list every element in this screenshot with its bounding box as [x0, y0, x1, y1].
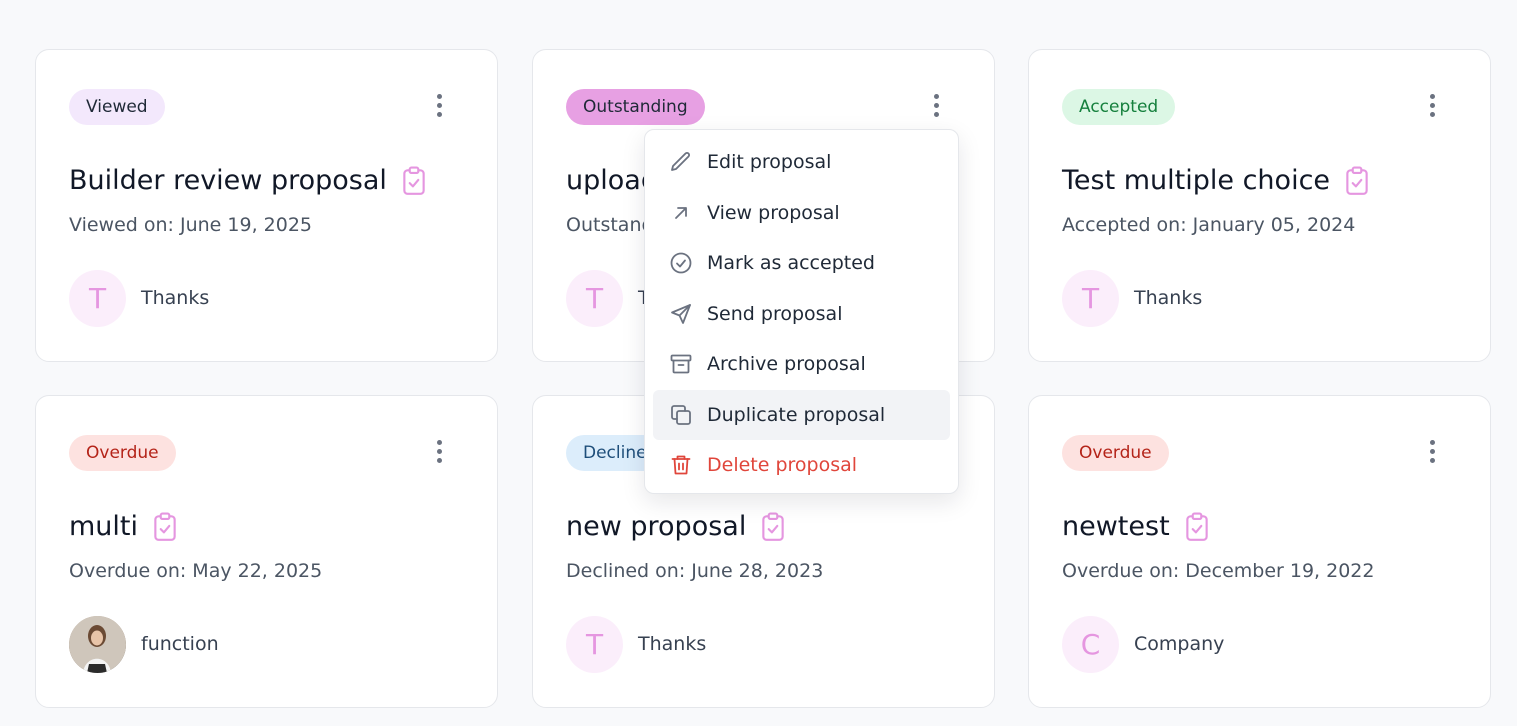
proposal-title[interactable]: multi — [69, 511, 138, 542]
status-badge: Viewed — [69, 89, 165, 125]
status-badge: Overdue — [69, 435, 176, 471]
proposal-title[interactable]: Builder review proposal — [69, 165, 387, 196]
menu-item-label: Delete proposal — [707, 454, 858, 477]
check-circle-icon — [670, 252, 692, 274]
menu-item-send-proposal[interactable]: Send proposal — [653, 289, 950, 340]
avatar: T — [1062, 270, 1119, 327]
send-icon — [671, 303, 691, 324]
status-badge: Accepted — [1062, 89, 1176, 125]
status-badge: Overdue — [1062, 435, 1169, 471]
proposal-card[interactable]: Accepted Test multiple choice Accepted o… — [1028, 49, 1491, 362]
clipboard-check-icon — [1346, 166, 1368, 195]
proposal-card[interactable]: Viewed Builder review proposal Viewed on… — [35, 49, 498, 362]
proposal-date: Overdue on: May 22, 2025 — [69, 560, 323, 582]
avatar: T — [566, 270, 623, 327]
proposal-title[interactable]: Test multiple choice — [1062, 165, 1330, 196]
client-name: Thanks — [1134, 287, 1203, 309]
menu-item-label: Archive proposal — [707, 353, 866, 376]
clipboard-check-icon — [403, 166, 425, 195]
archive-icon — [670, 354, 692, 374]
trash-icon — [671, 455, 691, 475]
arrow-up-right-icon — [675, 206, 687, 219]
menu-item-delete-proposal[interactable]: Delete proposal — [653, 440, 950, 491]
avatar: T — [566, 616, 623, 673]
more-options-button[interactable] — [427, 440, 451, 466]
avatar: T — [69, 270, 126, 327]
more-options-button[interactable] — [924, 94, 948, 120]
menu-item-label: Mark as accepted — [707, 252, 875, 275]
client-name: function — [141, 633, 219, 655]
proposal-title[interactable]: new proposal — [566, 511, 746, 542]
proposal-card[interactable]: Overdue newtest Overdue on: December 19,… — [1028, 395, 1491, 708]
avatar-photo — [69, 616, 126, 673]
clipboard-check-icon — [762, 512, 785, 541]
clipboard-check-icon — [154, 512, 176, 541]
menu-item-view-proposal[interactable]: View proposal — [653, 188, 950, 239]
client-name: Thanks — [141, 287, 210, 309]
more-options-button[interactable] — [427, 94, 451, 120]
client-name: Thanks — [638, 633, 707, 655]
proposal-date: Accepted on: January 05, 2024 — [1062, 214, 1356, 236]
client-name: Company — [1134, 633, 1225, 655]
menu-item-edit-proposal[interactable]: Edit proposal — [653, 137, 950, 188]
proposal-actions-menu: Edit proposal View proposal Mark as acce… — [644, 129, 959, 494]
proposal-date: Overdue on: December 19, 2022 — [1062, 560, 1375, 582]
duplicate-icon — [671, 404, 691, 425]
avatar: C — [1062, 616, 1119, 673]
more-options-button[interactable] — [1420, 440, 1444, 466]
pencil-icon — [671, 152, 690, 172]
proposal-date: Viewed on: June 19, 2025 — [69, 214, 313, 236]
menu-item-label: Duplicate proposal — [707, 403, 886, 426]
clipboard-check-icon — [1185, 512, 1208, 541]
menu-item-label: Edit proposal — [707, 151, 832, 174]
status-badge: Outstanding — [566, 89, 705, 125]
menu-item-label: Send proposal — [707, 302, 843, 325]
menu-item-mark-as-accepted[interactable]: Mark as accepted — [653, 238, 950, 289]
proposal-card[interactable]: Overdue multi Overdue on: May 22, 2025 f… — [35, 395, 498, 708]
menu-item-archive-proposal[interactable]: Archive proposal — [653, 339, 950, 390]
menu-item-duplicate-proposal[interactable]: Duplicate proposal — [653, 389, 950, 440]
proposal-title[interactable]: newtest — [1062, 511, 1170, 542]
proposal-date: Declined on: June 28, 2023 — [566, 560, 824, 582]
more-options-button[interactable] — [1420, 94, 1444, 120]
menu-item-label: View proposal — [707, 201, 840, 224]
